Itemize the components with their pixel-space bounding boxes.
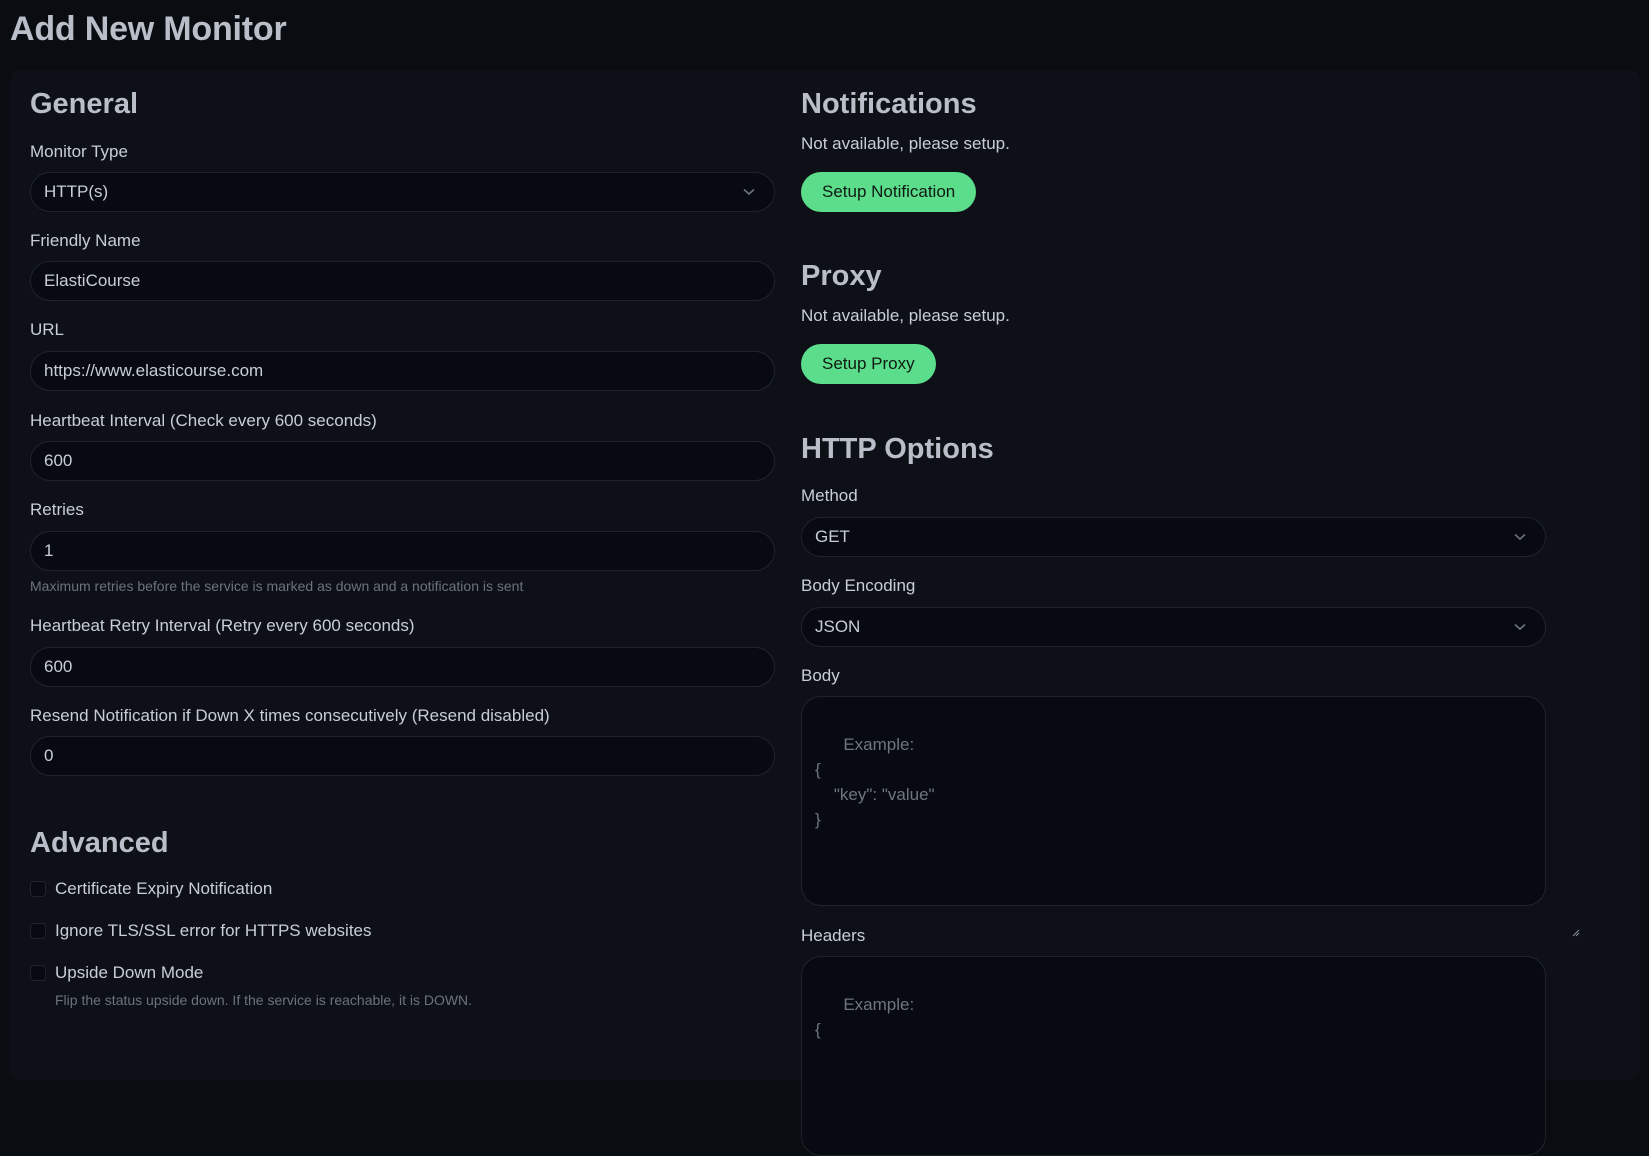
- headers-placeholder: Example: {: [815, 995, 915, 1039]
- upside-down-label: Upside Down Mode: [55, 963, 204, 982]
- monitor-type-value: HTTP(s): [44, 182, 109, 201]
- page-title: Add New Monitor: [10, 10, 287, 48]
- retries-help: Maximum retries before the service is ma…: [30, 578, 524, 594]
- body-label: Body: [801, 666, 840, 685]
- resend-label: Resend Notification if Down X times cons…: [30, 706, 550, 725]
- friendly-name-label: Friendly Name: [30, 231, 141, 250]
- headers-label: Headers: [801, 926, 866, 945]
- body-placeholder: Example: { "key": "value" }: [815, 735, 935, 829]
- url-input[interactable]: [30, 351, 775, 391]
- certificate-expiry-label: Certificate Expiry Notification: [55, 879, 273, 898]
- method-value: GET: [815, 527, 850, 546]
- advanced-heading: Advanced: [30, 827, 169, 859]
- body-encoding-value: JSON: [815, 617, 861, 636]
- heartbeat-interval-label: Heartbeat Interval (Check every 600 seco…: [30, 411, 377, 430]
- retry-interval-input[interactable]: [30, 647, 775, 687]
- upside-down-checkbox[interactable]: [30, 965, 46, 981]
- method-label: Method: [801, 486, 858, 505]
- body-encoding-label: Body Encoding: [801, 576, 916, 595]
- ignore-tls-option[interactable]: Ignore TLS/SSL error for HTTPS websites: [30, 921, 372, 941]
- friendly-name-input[interactable]: [30, 261, 775, 301]
- proxy-message: Not available, please setup.: [801, 306, 1010, 325]
- proxy-heading: Proxy: [801, 260, 882, 292]
- url-label: URL: [30, 320, 65, 339]
- resize-handle-icon[interactable]: [1534, 894, 1580, 937]
- setup-notification-button[interactable]: Setup Notification: [801, 172, 977, 212]
- notifications-message: Not available, please setup.: [801, 134, 1010, 153]
- setup-proxy-button[interactable]: Setup Proxy: [801, 344, 936, 384]
- method-select[interactable]: GET: [801, 517, 1546, 557]
- http-options-heading: HTTP Options: [801, 433, 994, 465]
- retries-label: Retries: [30, 500, 84, 519]
- body-textarea[interactable]: Example: { "key": "value" }: [801, 696, 1580, 937]
- resend-input[interactable]: [30, 736, 775, 776]
- ignore-tls-label: Ignore TLS/SSL error for HTTPS websites: [55, 921, 372, 940]
- upside-down-help: Flip the status upside down. If the serv…: [55, 992, 473, 1008]
- retry-interval-label: Heartbeat Retry Interval (Retry every 60…: [30, 616, 415, 635]
- chevron-down-icon: [1510, 527, 1530, 547]
- ignore-tls-checkbox[interactable]: [30, 923, 46, 939]
- monitor-type-label: Monitor Type: [30, 142, 128, 161]
- notifications-heading: Notifications: [801, 88, 977, 120]
- body-encoding-select[interactable]: JSON: [801, 607, 1546, 647]
- certificate-expiry-option[interactable]: Certificate Expiry Notification: [30, 879, 272, 899]
- heartbeat-interval-input[interactable]: [30, 441, 775, 481]
- monitor-form-card: General Monitor Type HTTP(s) Friendly Na…: [10, 70, 1640, 1156]
- retries-input[interactable]: [30, 531, 775, 571]
- headers-textarea[interactable]: Example: {: [801, 956, 1546, 1156]
- certificate-expiry-checkbox[interactable]: [30, 881, 46, 897]
- chevron-down-icon: [1510, 617, 1530, 637]
- upside-down-option[interactable]: Upside Down Mode: [30, 963, 203, 983]
- general-heading: General: [30, 88, 138, 120]
- chevron-down-icon: [739, 182, 759, 202]
- monitor-type-select[interactable]: HTTP(s): [30, 172, 775, 212]
